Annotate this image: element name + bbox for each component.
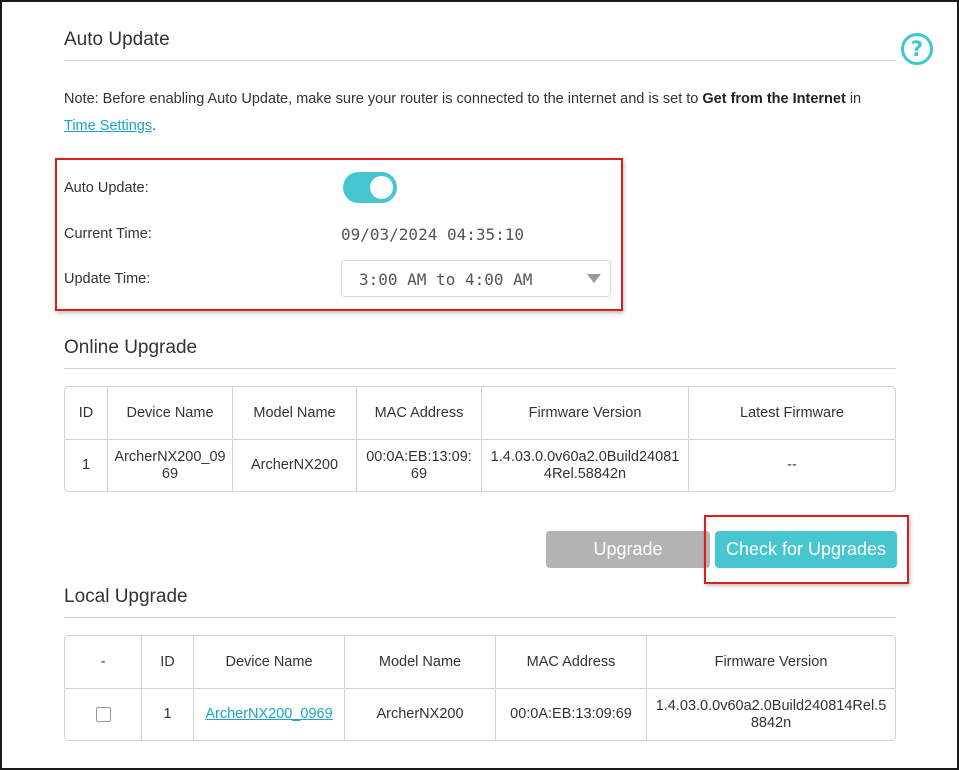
column-header-latest-firmware: Latest Firmware (689, 387, 895, 440)
auto-update-divider (64, 60, 896, 61)
cell-device-name: ArcherNX200_09 69 (108, 440, 233, 491)
table-row: 1 ArcherNX200_0969 ArcherNX200 00:0A:EB:… (65, 689, 895, 740)
toggle-knob (370, 176, 393, 199)
online-upgrade-table: ID Device Name Model Name MAC Address Fi… (64, 386, 896, 492)
update-time-label: Update Time: (64, 271, 151, 287)
local-upgrade-title: Local Upgrade (64, 586, 188, 607)
note-bold-text: Get from the Internet (702, 91, 846, 107)
auto-update-toggle[interactable] (343, 172, 397, 203)
column-header-select: - (65, 636, 142, 689)
local-upgrade-divider (64, 617, 896, 618)
auto-update-label: Auto Update: (64, 180, 149, 196)
cell-model-name: ArcherNX200 (345, 689, 496, 740)
online-upgrade-divider (64, 368, 896, 369)
update-time-value: 3:00 AM to 4:00 AM (359, 270, 533, 289)
column-header-mac-address: MAC Address (496, 636, 647, 689)
cell-firmware-version: 1.4.03.0.0v60a2.0Build240814Rel.5 8842n (655, 697, 887, 731)
column-header-model-name: Model Name (233, 387, 357, 440)
cell-firmware-version: 1.4.03.0.0v60a2.0Build24081 4Rel.58842n (482, 440, 689, 491)
local-upgrade-table: - ID Device Name Model Name MAC Address … (64, 635, 896, 741)
cell-select (65, 689, 142, 740)
online-upgrade-title: Online Upgrade (64, 337, 198, 358)
cell-device-name: ArcherNX200_0969 (194, 689, 345, 740)
upgrade-button[interactable]: Upgrade (546, 531, 710, 568)
column-header-device-name: Device Name (194, 636, 345, 689)
column-header-firmware-version: Firmware Version (647, 636, 895, 689)
cell-mac-address: 00:0A:EB:13:09: 69 (357, 440, 482, 491)
row-checkbox[interactable] (95, 706, 111, 722)
cell-id: 1 (65, 440, 108, 491)
column-header-device-name: Device Name (108, 387, 233, 440)
update-time-select[interactable]: 3:00 AM to 4:00 AM (341, 260, 611, 297)
local-table-header: - ID Device Name Model Name MAC Address … (65, 636, 895, 689)
current-time-value: 09/03/2024 04:35:10 (341, 225, 525, 244)
auto-update-note: Note: Before enabling Auto Update, make … (64, 86, 904, 140)
cell-id: 1 (142, 689, 194, 740)
device-name-link[interactable]: ArcherNX200_0969 (205, 706, 332, 722)
note-text: Note: Before enabling Auto Update, make … (64, 91, 703, 107)
column-header-mac-address: MAC Address (357, 387, 482, 440)
current-time-label: Current Time: (64, 226, 152, 242)
auto-update-title: Auto Update (64, 29, 170, 50)
column-header-firmware-version: Firmware Version (482, 387, 689, 440)
cell-mac-address: 00:0A:EB:13:09:69 (496, 689, 647, 740)
column-header-id: ID (142, 636, 194, 689)
time-settings-link[interactable]: Time Settings (64, 118, 152, 134)
note-suffix: in (845, 91, 862, 107)
cell-model-name: ArcherNX200 (233, 440, 357, 491)
online-table-header: ID Device Name Model Name MAC Address Fi… (65, 387, 895, 440)
cell-latest-firmware: -- (787, 457, 797, 473)
column-header-model-name: Model Name (345, 636, 496, 689)
help-icon[interactable]: ? (901, 33, 933, 65)
check-upgrades-highlight (704, 515, 909, 584)
table-row: 1 ArcherNX200_09 69 ArcherNX200 00:0A:EB… (65, 440, 895, 491)
column-header-id: ID (65, 387, 108, 440)
caret-down-icon (587, 274, 601, 283)
note-end: . (152, 118, 157, 134)
